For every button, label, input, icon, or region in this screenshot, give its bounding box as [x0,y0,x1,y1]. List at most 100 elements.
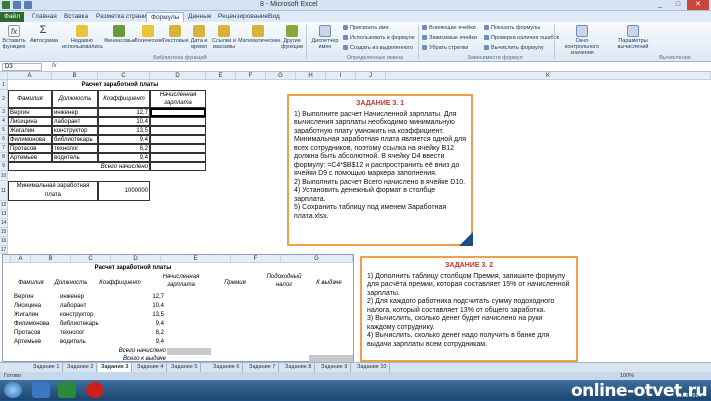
sheet-tab-2[interactable]: Задание 2 [64,363,98,372]
name-box[interactable]: D3 [2,63,42,71]
trace-precedents-button[interactable]: Влияющие ячейки [422,25,476,31]
salary-cell[interactable] [150,117,206,126]
tab-formulas[interactable]: Формулы [146,12,185,22]
assign-name-button[interactable]: Присвоить имя [343,25,389,31]
table-row[interactable]: конструктор [52,126,98,135]
table-row[interactable]: Лисицина [8,117,52,126]
sheet-tab-4[interactable]: Задание 4 [134,363,168,372]
error-checking-button[interactable]: Проверка наличия ошибок [484,35,559,41]
row-header-4[interactable]: 4 [0,117,8,126]
row-header-16[interactable]: 16 [0,237,8,246]
table-row[interactable]: 10,4 [98,117,150,126]
remove-arrows-button[interactable]: Убрать стрелки [422,45,468,51]
text-button[interactable]: Текстовые [162,25,189,44]
table-row[interactable]: 9,4 [98,153,150,162]
trace-dependents-button[interactable]: Зависимые ячейки [422,35,477,41]
fx-icon[interactable]: fx [52,63,57,69]
column-header-e[interactable]: E [206,72,236,80]
save-icon[interactable] [13,1,21,9]
name-manager-button[interactable]: Диспетчер имен [310,25,340,50]
table-row[interactable]: лаборант [52,117,98,126]
table-row[interactable]: 13,5 [98,126,150,135]
table-row[interactable]: библиотекарь [52,135,98,144]
column-header-g[interactable]: G [266,72,296,80]
create-from-selection-button[interactable]: Создать из выделенного [343,45,413,51]
salary-cell[interactable] [150,126,206,135]
column-header-d[interactable]: D [150,72,206,80]
row-header-10[interactable]: 10 [0,171,8,181]
date-time-button[interactable]: Дата и время [188,25,210,50]
calc-options-button[interactable]: Параметры вычислений [614,25,652,50]
show-formulas-button[interactable]: Показать формулы [484,25,540,31]
zoom-level[interactable]: 100% [620,373,634,379]
excel-icon[interactable] [58,382,76,398]
table-row[interactable]: 12,7 [98,108,150,117]
row-header-7[interactable]: 7 [0,144,8,153]
sheet-tab-3[interactable]: Задание 3 [98,363,133,372]
tab-file[interactable]: Файл [0,12,24,22]
tab-home[interactable]: Главная [28,12,61,22]
sheet-tab-7[interactable]: Задание 7 [246,363,280,372]
table-row[interactable]: технолог [52,144,98,153]
salary-cell[interactable] [150,153,206,162]
total-cell[interactable] [150,162,206,171]
insert-function-button[interactable]: fx Вставить функцию [2,25,26,50]
table-row[interactable]: Жигалин [8,126,52,135]
ie-icon[interactable] [32,382,50,398]
tab-data[interactable]: Данные [184,12,215,22]
start-icon[interactable] [4,382,22,398]
undo-icon[interactable] [24,1,32,9]
tab-view[interactable]: Вид [264,12,284,22]
sheet-tab-1[interactable]: Задание 1 [30,363,64,372]
column-header-b[interactable]: B [52,72,98,80]
column-header-i[interactable]: I [326,72,356,80]
header-position[interactable]: Должность [52,90,98,108]
table-row[interactable]: Артемьев [8,153,52,162]
recently-used-button[interactable]: Недавно использовались [62,25,103,50]
table-row[interactable]: водитель [52,153,98,162]
sheet-tab-6[interactable]: Задание 6 [210,363,244,372]
evaluate-formula-button[interactable]: Вычислить формулу [484,45,544,51]
total-label[interactable]: Всего начислено [8,162,150,171]
row-header-12[interactable]: 12 [0,201,8,210]
row-header-13[interactable]: 13 [0,210,8,219]
select-all-corner[interactable] [0,72,8,80]
logical-button[interactable]: Логические [134,25,163,44]
table-row[interactable]: Протасов [8,144,52,153]
quick-access-toolbar[interactable] [2,1,32,9]
header-coefficient[interactable]: Коэффициент [98,90,150,108]
row-header-11[interactable]: 11 [0,181,8,201]
row-header-2[interactable]: 2 [0,90,8,108]
close-button[interactable]: ✕ [687,0,709,10]
sheet-tab-10[interactable]: Задание 10 [354,363,391,372]
tab-insert[interactable]: Вставка [60,12,92,22]
salary-cell[interactable] [150,135,206,144]
column-header-a[interactable]: A [8,72,52,80]
more-functions-button[interactable]: Другие функции [280,25,304,50]
header-surname[interactable]: Фамилия [8,90,52,108]
minimize-button[interactable]: _ [651,0,669,10]
row-header-8[interactable]: 8 [0,153,8,162]
table-row[interactable]: Филимонова [8,135,52,144]
opera-icon[interactable] [86,382,104,398]
row-header-6[interactable]: 6 [0,135,8,144]
column-header-f[interactable]: F [236,72,266,80]
autosum-button[interactable]: Σ Автосумма [30,25,58,45]
column-header-c[interactable]: C [98,72,150,80]
column-header-k[interactable]: K [386,72,711,80]
watch-window-button[interactable]: Окно контрольного значения [558,25,606,56]
min-wage-value[interactable]: 1000000 [98,181,150,201]
sheet-tab-9[interactable]: Задание 9 [318,363,352,372]
row-header-5[interactable]: 5 [0,126,8,135]
sheet-tab-5[interactable]: Задание 5 [168,363,202,372]
table-row[interactable]: Вергин [8,108,52,117]
financial-button[interactable]: Финансовые [104,25,136,44]
min-wage-label[interactable]: Минимальная заработная плата [8,181,98,201]
row-header-9[interactable]: 9 [0,162,8,171]
math-button[interactable]: Математические [238,25,281,44]
header-salary[interactable]: Начисленная зарплата [150,90,206,108]
row-header-15[interactable]: 15 [0,228,8,237]
use-in-formula-button[interactable]: Использовать в формуле [343,35,415,41]
lookup-button[interactable]: Ссылки и массивы [210,25,238,50]
table-row[interactable]: 8,2 [98,144,150,153]
